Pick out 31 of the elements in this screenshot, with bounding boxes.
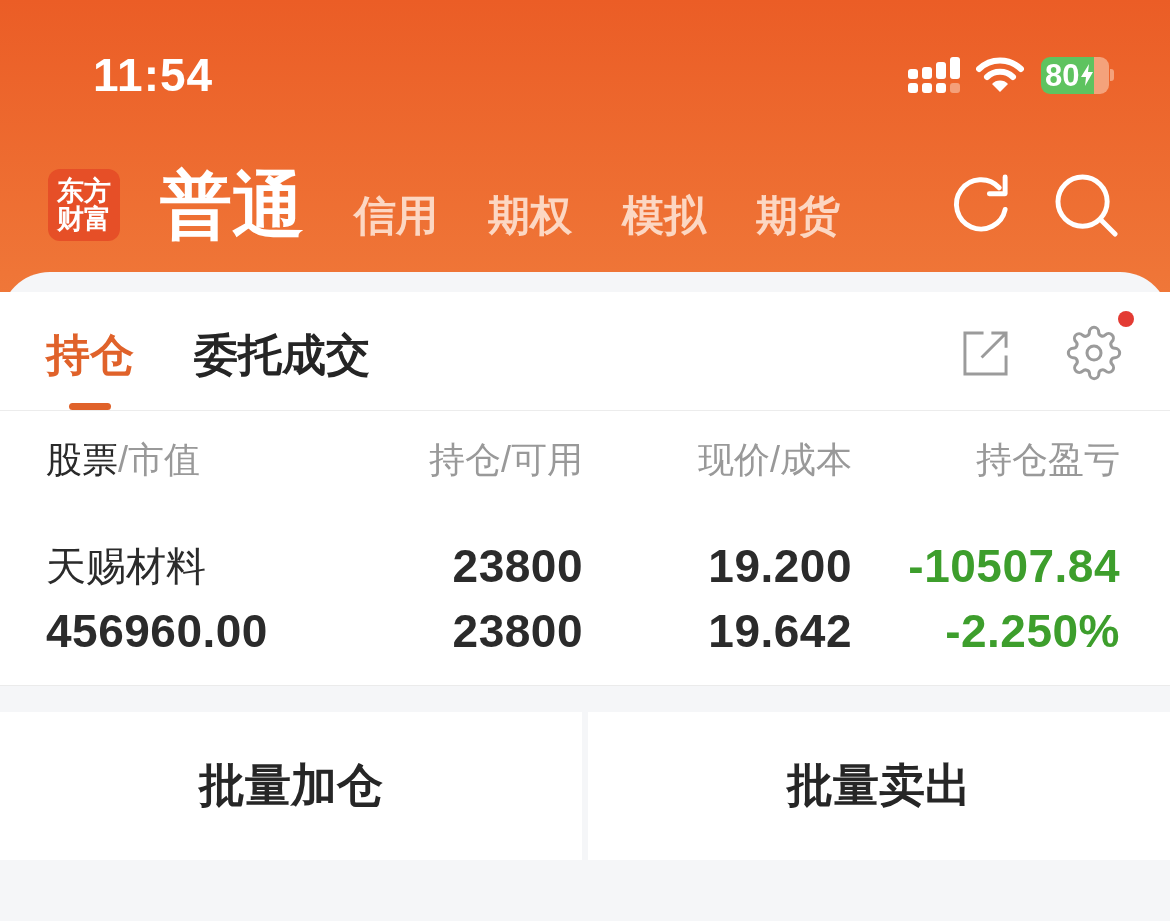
view-tab[interactable]: 委托成交 — [194, 329, 370, 382]
status-time: 11:54 — [93, 48, 214, 102]
column-header: 持仓盈亏 — [976, 438, 1120, 480]
bolt-icon — [1081, 64, 1094, 86]
battery-tip-icon — [1110, 69, 1114, 81]
profit-loss-percent: -2.250% — [945, 604, 1120, 659]
batch-action-button[interactable]: 批量加仓 — [0, 712, 582, 860]
account-tab[interactable]: 信用 — [354, 190, 438, 242]
battery-percent: 80 — [1045, 59, 1080, 91]
signal-icon — [908, 57, 960, 93]
market-value: 456960.00 — [46, 604, 268, 659]
account-tab[interactable]: 期货 — [756, 190, 840, 242]
cost-price: 19.642 — [708, 604, 852, 659]
current-price: 19.200 — [708, 539, 852, 594]
share-icon[interactable] — [962, 329, 1009, 377]
position-quantity: 23800 — [452, 539, 583, 594]
available-quantity: 23800 — [452, 604, 583, 659]
column-header: 现价/成本 — [698, 438, 852, 480]
batch-action-button[interactable]: 批量卖出 — [588, 712, 1170, 860]
account-tab[interactable]: 模拟 — [622, 190, 706, 242]
stock-name: 天赐材料 — [46, 543, 206, 590]
account-tab[interactable]: 期权 — [488, 190, 572, 242]
brand-logo[interactable]: 东方财富 — [48, 169, 120, 241]
view-tab[interactable]: 持仓 — [46, 329, 134, 382]
column-header: 股票/市值 — [46, 438, 200, 480]
account-tab[interactable]: 普通 — [160, 161, 304, 249]
profit-loss: -10507.84 — [908, 539, 1120, 594]
settings-icon[interactable] — [1066, 325, 1122, 381]
search-icon[interactable] — [1055, 173, 1118, 237]
column-header: 持仓/可用 — [429, 438, 583, 480]
wifi-icon — [976, 57, 1024, 93]
